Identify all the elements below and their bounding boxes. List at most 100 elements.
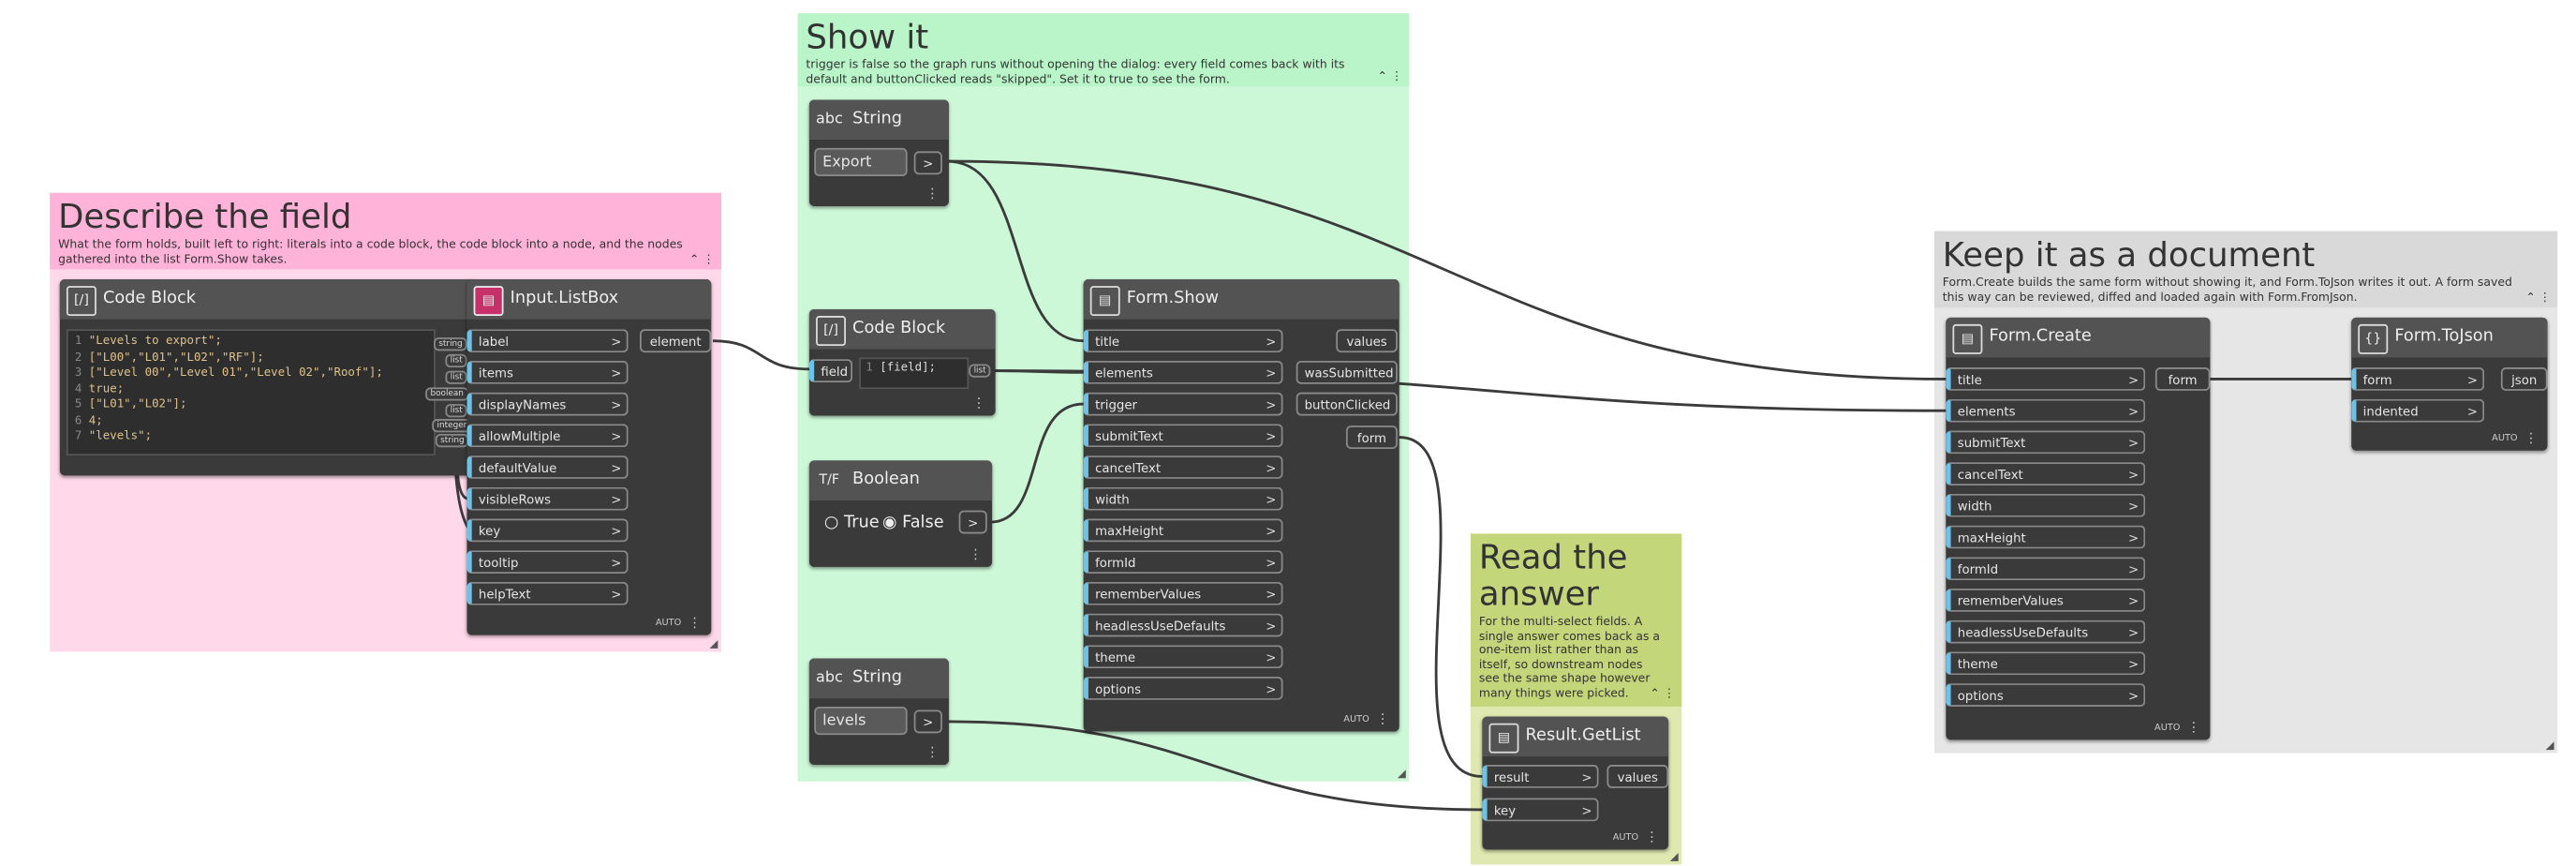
- input-port-indented[interactable]: indented >: [2351, 398, 2485, 423]
- input-port-options[interactable]: options >: [1946, 683, 2146, 707]
- output-type-chip[interactable]: integer: [432, 419, 472, 433]
- code-line: 6 4;: [74, 412, 103, 427]
- input-port-submittext[interactable]: submitText >: [1083, 424, 1283, 448]
- output-type-chip[interactable]: string: [434, 337, 468, 351]
- input-port-headlessusedefaults[interactable]: headlessUseDefaults >: [1946, 620, 2146, 644]
- output-port-form[interactable]: form: [2154, 367, 2211, 391]
- string-node-export[interactable]: abc String Export > ⋮: [808, 99, 949, 206]
- node-icon: ▤: [1089, 286, 1120, 317]
- radio-true[interactable]: ○ True: [824, 514, 880, 532]
- code-line: 7 "levels";: [74, 428, 153, 442]
- output-port-values[interactable]: values: [1336, 329, 1398, 353]
- node-header: {} Form.ToJson: [2351, 317, 2548, 358]
- input-port-theme[interactable]: theme >: [1946, 651, 2146, 676]
- boolean-node[interactable]: T/F Boolean ○ True ◉ False > ⋮: [808, 460, 993, 567]
- node-title: String: [852, 110, 903, 128]
- code-block-node-small[interactable]: [/] Code Block field 1 [field]; list ⋮: [808, 308, 996, 416]
- input-port-label[interactable]: label >: [466, 329, 629, 353]
- input-port-width[interactable]: width >: [1083, 486, 1283, 511]
- input-port-result[interactable]: result >: [1482, 765, 1599, 788]
- wire-form-to-result: [1399, 436, 1483, 778]
- code-editor[interactable]: 1 [field];: [859, 357, 970, 390]
- input-port-trigger[interactable]: trigger >: [1083, 392, 1283, 416]
- output-type-chip[interactable]: list: [445, 404, 468, 418]
- code-editor[interactable]: 1 "Levels to export"; 2 ["L00","L01","L0…: [66, 329, 436, 456]
- input-port-form[interactable]: form >: [2351, 367, 2485, 391]
- more-options-icon[interactable]: ⋮: [1376, 712, 1389, 726]
- result-getlist-node[interactable]: ▤ Result.GetList result > key > values AUT…: [1482, 716, 1669, 850]
- input-port-headlessusedefaults[interactable]: headlessUseDefaults >: [1083, 613, 1283, 637]
- more-options-icon[interactable]: ⋮: [969, 548, 982, 561]
- input-port-width[interactable]: width >: [1946, 493, 2146, 517]
- output-type-chip[interactable]: list: [969, 364, 991, 378]
- input-port-formid[interactable]: formId >: [1946, 557, 2146, 581]
- output-port-wassubmitted[interactable]: wasSubmitted: [1295, 360, 1398, 384]
- input-port-tooltip[interactable]: tooltip >: [466, 550, 629, 575]
- input-port-remembervalues[interactable]: rememberValues >: [1083, 581, 1283, 605]
- output-port-element[interactable]: element: [639, 329, 712, 353]
- input-port-displaynames[interactable]: displayNames >: [466, 392, 629, 416]
- form-show-node[interactable]: ▤ Form.Show title > elements > trigger > su…: [1083, 279, 1399, 732]
- form-create-node[interactable]: ▤ Form.Create title > elements > submitTex…: [1946, 317, 2211, 740]
- node-title: Code Block: [852, 319, 946, 338]
- node-header: ▤ Form.Show: [1083, 279, 1399, 320]
- input-port-key[interactable]: key >: [466, 518, 629, 543]
- string-node-levels[interactable]: abc String levels > ⋮: [808, 658, 949, 766]
- node-title: Input.ListBox: [510, 289, 619, 308]
- output-type-chip[interactable]: boolean: [425, 387, 469, 401]
- more-options-icon[interactable]: ⋮: [2524, 431, 2538, 445]
- code-line: 1 [field];: [866, 360, 937, 375]
- node-icon: ▤: [1488, 723, 1519, 754]
- code-line: 5 ["L01","L02"];: [74, 396, 187, 411]
- input-port-visiblerows[interactable]: visibleRows >: [466, 486, 629, 511]
- input-port-title[interactable]: title >: [1946, 367, 2146, 391]
- code-block-icon: [/]: [816, 316, 846, 346]
- output-port[interactable]: >: [913, 709, 942, 734]
- input-port-field[interactable]: field: [808, 359, 853, 383]
- input-port-theme[interactable]: theme >: [1083, 645, 1283, 669]
- more-options-icon[interactable]: ⋮: [925, 187, 939, 201]
- output-port[interactable]: >: [958, 510, 987, 534]
- wire-levels-to-key: [947, 720, 1483, 812]
- output-type-chip[interactable]: list: [445, 370, 468, 384]
- form-tojson-node[interactable]: {} Form.ToJson form > indented > json AUTO…: [2351, 317, 2548, 451]
- more-options-icon[interactable]: ⋮: [1645, 830, 1658, 844]
- input-port-submittext[interactable]: submitText >: [1946, 430, 2146, 455]
- more-options-icon[interactable]: ⋮: [925, 746, 939, 760]
- input-port-remembervalues[interactable]: rememberValues >: [1946, 588, 2146, 612]
- input-port-options[interactable]: options >: [1083, 677, 1283, 700]
- input-port-defaultvalue[interactable]: defaultValue >: [466, 455, 629, 479]
- string-value-input[interactable]: Export: [814, 147, 908, 177]
- input-port-key[interactable]: key >: [1482, 798, 1599, 822]
- input-port-canceltext[interactable]: cancelText >: [1083, 455, 1283, 479]
- output-type-chip[interactable]: list: [445, 353, 468, 368]
- more-options-icon[interactable]: ⋮: [972, 396, 985, 411]
- output-type-chip[interactable]: string: [435, 434, 469, 448]
- string-value-input[interactable]: levels: [814, 706, 908, 736]
- abc-icon: abc: [816, 111, 843, 128]
- node-title: Code Block: [102, 289, 197, 308]
- input-port-allowmultiple[interactable]: allowMultiple >: [466, 424, 629, 448]
- node-title: Result.GetList: [1525, 726, 1641, 745]
- output-port-values[interactable]: values: [1606, 765, 1669, 788]
- more-options-icon[interactable]: ⋮: [688, 616, 701, 630]
- input-port-maxheight[interactable]: maxHeight >: [1083, 518, 1283, 543]
- input-port-canceltext[interactable]: cancelText >: [1946, 462, 2146, 486]
- output-port-buttonclicked[interactable]: buttonClicked: [1295, 392, 1398, 416]
- input-listbox-node[interactable]: ▤ Input.ListBox label > items > displayNam…: [466, 279, 712, 635]
- output-port[interactable]: >: [913, 151, 942, 175]
- node-title: Boolean: [852, 470, 920, 489]
- input-port-title[interactable]: title >: [1083, 329, 1283, 353]
- more-options-icon[interactable]: ⋮: [2187, 721, 2200, 735]
- input-port-items[interactable]: items >: [466, 360, 629, 384]
- input-port-helptext[interactable]: helpText >: [466, 581, 629, 605]
- input-port-elements[interactable]: elements >: [1083, 360, 1283, 384]
- output-port-form[interactable]: form: [1345, 426, 1398, 449]
- radio-false[interactable]: ◉ False: [882, 514, 944, 532]
- input-port-formid[interactable]: formId >: [1083, 550, 1283, 575]
- input-port-elements[interactable]: elements >: [1946, 398, 2146, 423]
- code-block-icon: [/]: [66, 286, 96, 317]
- output-port-json[interactable]: json: [2500, 367, 2548, 391]
- input-port-maxheight[interactable]: maxHeight >: [1946, 525, 2146, 549]
- code-block-node[interactable]: [/] Code Block 1 "Levels to export"; 2 […: [59, 279, 479, 476]
